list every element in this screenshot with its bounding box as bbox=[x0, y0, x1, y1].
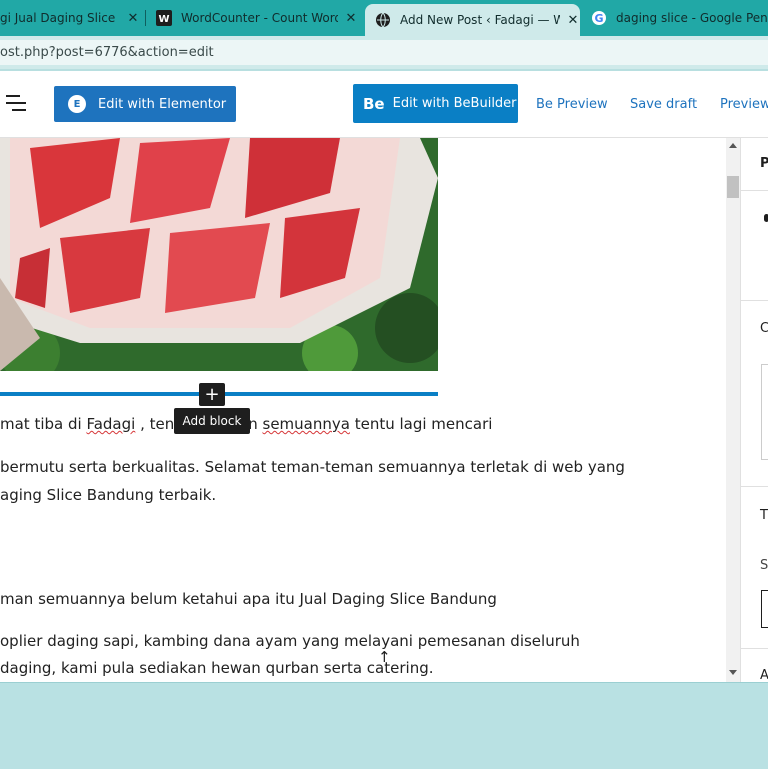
tab-title: Add New Post ‹ Fadagi — W bbox=[400, 13, 560, 27]
browser-tab-add-new-post[interactable]: Add New Post ‹ Fadagi — W ✕ bbox=[365, 4, 580, 36]
edit-with-elementor-button[interactable]: E Edit with Elementor bbox=[54, 86, 236, 122]
editor-scrollbar[interactable] bbox=[726, 138, 740, 682]
sidebar-list-box bbox=[761, 364, 768, 460]
be-preview-link[interactable]: Be Preview bbox=[536, 97, 608, 112]
tab-title: gi Jual Daging Slice B bbox=[0, 11, 120, 25]
tab-close-icon[interactable]: ✕ bbox=[566, 13, 580, 28]
add-block-button[interactable]: + bbox=[199, 383, 225, 406]
wordcounter-icon: W bbox=[156, 10, 172, 26]
scroll-to-top-icon[interactable]: ↑ bbox=[378, 648, 391, 666]
tab-close-icon[interactable]: ✕ bbox=[126, 11, 140, 26]
sidebar-input[interactable] bbox=[761, 590, 768, 628]
paragraph-block-3[interactable]: man semuannya belum ketahui apa itu Jual… bbox=[0, 590, 497, 608]
save-draft-link[interactable]: Save draft bbox=[630, 97, 697, 112]
google-icon: G bbox=[591, 10, 607, 26]
edit-with-bebuilder-button[interactable]: Be Edit with BeBuilder bbox=[353, 84, 518, 123]
browser-tab-google[interactable]: G daging slice - Google Penelu bbox=[591, 4, 768, 32]
paragraph-block-4-line1[interactable]: oplier daging sapi, kambing dana ayam ya… bbox=[0, 632, 580, 650]
sidebar-label: S bbox=[760, 558, 768, 573]
scroll-up-arrow-icon[interactable] bbox=[729, 143, 737, 148]
tab-close-icon[interactable]: ✕ bbox=[344, 11, 358, 26]
browser-tab-strip: gi Jual Daging Slice B ✕ W WordCounter -… bbox=[0, 0, 768, 36]
sidebar-post-tab[interactable]: P bbox=[760, 156, 768, 171]
page-footer-area bbox=[0, 682, 768, 769]
sidebar-tags-heading[interactable]: T bbox=[760, 508, 768, 523]
elementor-button-label: Edit with Elementor bbox=[98, 96, 227, 112]
tab-separator bbox=[145, 10, 146, 26]
paragraph-block-1[interactable]: mat tiba di Fadagi , ten n semuannya tent… bbox=[0, 415, 492, 433]
svg-text:W: W bbox=[158, 14, 169, 25]
elementor-logo-icon: E bbox=[68, 95, 86, 113]
sliced-meat-image[interactable] bbox=[0, 138, 438, 371]
svg-text:G: G bbox=[594, 12, 603, 25]
settings-sidebar: P C T S A bbox=[740, 138, 768, 683]
sidebar-toggle-icon[interactable] bbox=[764, 214, 768, 222]
sidebar-author-heading[interactable]: A bbox=[760, 668, 768, 683]
editor-toolbar: E Edit with Elementor Be Edit with BeBui… bbox=[0, 71, 768, 138]
browser-tab-jual-daging[interactable]: gi Jual Daging Slice B ✕ bbox=[0, 4, 140, 32]
address-bar-container: ost.php?post=6776&action=edit bbox=[0, 36, 768, 69]
browser-tab-wordcounter[interactable]: W WordCounter - Count Words ✕ bbox=[156, 4, 358, 32]
sidebar-categories-heading[interactable]: C bbox=[760, 321, 768, 336]
preview-link[interactable]: Preview bbox=[720, 97, 768, 112]
paragraph-block-4-line2[interactable]: daging, kami pula sediakan hewan qurban … bbox=[0, 659, 433, 677]
editor-canvas: + Add block mat tiba di Fadagi , ten n se… bbox=[0, 138, 726, 682]
bebuilder-button-label: Edit with BeBuilder bbox=[392, 96, 517, 111]
paragraph-block-2-line2[interactable]: aging Slice Bandung terbaik. bbox=[0, 486, 216, 504]
tab-title: daging slice - Google Penelu bbox=[616, 11, 768, 25]
paragraph-block-2-line1[interactable]: bermutu serta berkualitas. Selamat teman… bbox=[0, 458, 625, 476]
tab-title: WordCounter - Count Words bbox=[181, 11, 338, 25]
scroll-thumb[interactable] bbox=[727, 176, 739, 198]
document-overview-icon[interactable] bbox=[6, 95, 26, 111]
bebuilder-logo-icon: Be bbox=[363, 94, 385, 113]
scroll-down-arrow-icon[interactable] bbox=[729, 670, 737, 675]
globe-icon bbox=[375, 12, 391, 28]
address-bar[interactable]: ost.php?post=6776&action=edit bbox=[0, 40, 768, 65]
